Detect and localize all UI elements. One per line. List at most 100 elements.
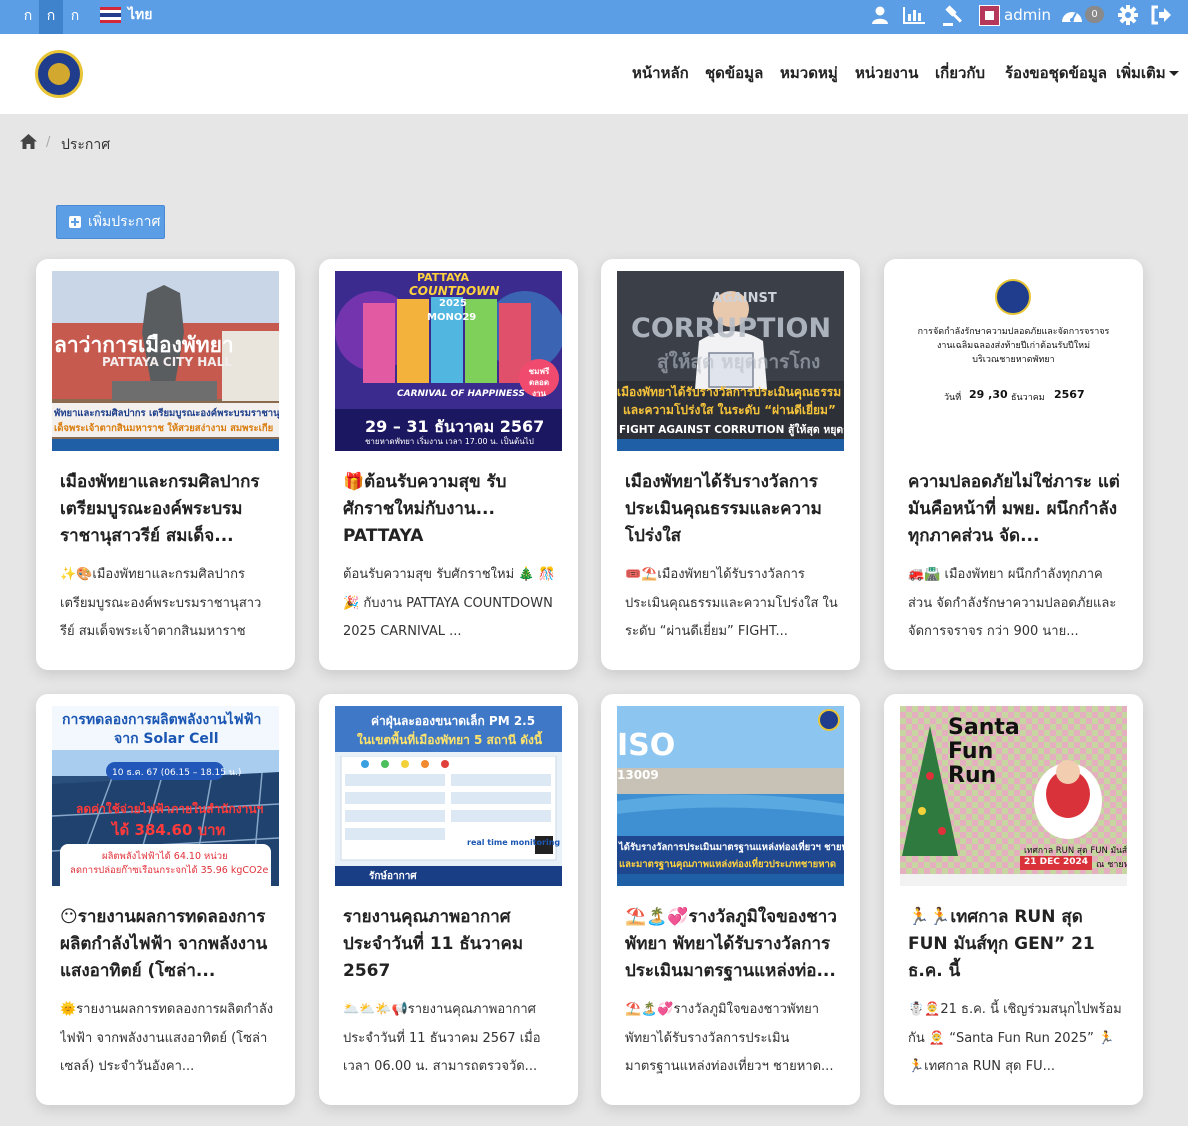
image-text: AGAINST [712,291,777,306]
post-excerpt: ☃️🤶21 ธ.ค. นี้ เชิญร่วมสนุกไปพร้อมกัน 🤶 … [908,1002,1122,1074]
site-logo[interactable] [35,50,83,98]
image-text: FIGHT AGAINST CORRUTION สู้ให้สุด หยุดกา… [619,424,844,436]
font-size-large-button[interactable]: ก [63,0,87,34]
language-selector[interactable]: ไทย [128,0,152,31]
gear-icon[interactable] [1118,5,1138,25]
post-thumbnail[interactable]: Santa Fun Run เทศกาล RUN สุด FUN มันส์ทุ… [900,706,1127,886]
image-text: ค่าฝุ่นละอองขนาดเล็ก PM 2.5 [371,714,536,728]
image-text: 13009 [617,768,659,782]
post-title[interactable]: 🏃🏃เทศกาล RUN สุด FUN มันส์ทุก GEN” 21 ธ.… [908,904,1120,985]
post-thumbnail[interactable]: PATTAYA COUNTDOWN 2025 MONO29 CARNIVAL O… [335,271,562,451]
image-text: Fun [948,739,994,764]
user-name[interactable]: admin [1004,0,1051,31]
avatar[interactable] [979,5,1000,26]
dashboard-icon[interactable] [1060,6,1084,24]
image-text: 2567 [1054,388,1085,401]
image-text: วันที่ [944,393,962,403]
image-text: CARNIVAL OF HAPPINESS [397,389,525,399]
user-icon[interactable] [871,5,889,25]
social-bar [52,439,279,451]
post-thumbnail[interactable]: AGAINST CORRUPTION สู่ให้สุด หยุดการโกง … [617,271,844,451]
post-card[interactable]: การจัดกำลังรักษาความปลอดภัยและจัดการจราจ… [884,259,1143,670]
post-thumbnail[interactable]: ลาว่าการเมืองพัทยา PATTAYA CITY HALL พัท… [52,271,279,451]
image-text: ณ ชายหาด [1096,860,1127,870]
post-excerpt: 🌞รายงานผลการทดลองการผลิตกำลังไฟฟ้า จากพล… [60,1002,274,1074]
image-text: PATTAYA CITY HALL [102,355,232,369]
image-text: ได้ 384.60 บาท [112,821,226,839]
nav-organizations[interactable]: หน่วยงาน [855,34,918,112]
post-card[interactable]: Santa Fun Run เทศกาล RUN สุด FUN มันส์ทุ… [884,694,1143,1105]
post-title[interactable]: ⛱️🏝️💞รางวัลภูมิใจของชาวพัทยา พัทยาได้รับ… [625,904,837,985]
image-text: 29 ,30 [969,388,1008,401]
image-text: สู่ให้สุด หยุดการโกง [657,351,821,373]
gavel-icon[interactable] [942,5,964,27]
image-text: 10 ธ.ค. 67 (06.15 – 18.15 น.) [112,768,242,778]
image-text: ธันวาคม [1011,393,1045,403]
post-card[interactable]: การทดลองการผลิตพลังงานไฟฟ้า จาก Solar Ce… [36,694,295,1105]
image-text: เมืองพัทยาได้รับรางวัลการประเมินคุณธรรม [617,385,842,399]
post-title[interactable]: ความปลอดภัยไม่ใช่ภาระ แต่มันคือหน้าที่ ม… [908,469,1120,550]
image-text: ISO [617,728,676,763]
social-bar [617,439,844,451]
breadcrumb-current: ประกาศ [61,137,111,153]
nav-datasets[interactable]: ชุดข้อมูล [705,34,763,112]
thai-flag-icon[interactable] [100,7,121,23]
font-size-small-button[interactable]: ก [16,0,40,34]
post-card[interactable]: ค่าฝุ่นละอองขนาดเล็ก PM 2.5 ในเขตพื้นที่… [319,694,578,1105]
post-title[interactable]: เมืองพัทยาและกรมศิลปากร เตรียมบูรณะองค์พ… [60,469,272,550]
post-title[interactable]: รายงานคุณภาพอากาศ ประจำวันที่ 11 ธันวาคม… [343,904,555,985]
image-text: ได้รับรางวัลการประเมินมาตรฐานแหล่งท่องเท… [619,842,844,853]
image-text: COUNTDOWN [409,284,500,298]
seal-icon [995,279,1031,315]
post-thumbnail[interactable]: ISO 13009 ได้รับรางวัลการประเมินมาตรฐานแ… [617,706,844,886]
post-excerpt: 🌥️⛅🌤️📢รายงานคุณภาพอากาศ ประจำวันที่ 11 ธ… [343,1002,541,1074]
image-text: บริเวณชายหาดพัทยา [972,355,1055,365]
image-text: 2025 [439,298,467,309]
image-text: PATTAYA [417,271,470,284]
image-text: MONO29 [427,312,477,323]
post-excerpt: ✨🎨เมืองพัทยาและกรมศิลปากร เตรียมบูรณะองค… [60,567,262,639]
post-card[interactable]: ลาว่าการเมืองพัทยา PATTAYA CITY HALL พัท… [36,259,295,670]
post-title[interactable]: 😶รายงานผลการทดลองการผลิตกำลังไฟฟ้า จากพล… [60,904,272,985]
post-thumbnail[interactable]: ค่าฝุ่นละอองขนาดเล็ก PM 2.5 ในเขตพื้นที่… [335,706,562,886]
nav-home[interactable]: หน้าหลัก [632,34,689,112]
post-excerpt: ⛱️🏝️💞รางวัลภูมิใจของชาวพัทยา พัทยาได้รับ… [625,1002,834,1074]
post-card[interactable]: ISO 13009 ได้รับรางวัลการประเมินมาตรฐานแ… [601,694,860,1105]
top-bar: ก ก ก ไทย admin 0 [0,0,1188,34]
post-thumbnail[interactable]: การจัดกำลังรักษาความปลอดภัยและจัดการจราจ… [900,271,1127,451]
post-card[interactable]: AGAINST CORRUPTION สู่ให้สุด หยุดการโกง … [601,259,860,670]
font-size-medium-button[interactable]: ก [39,0,63,34]
nav-more-label: เพิ่มเติม [1116,64,1166,82]
nav-categories[interactable]: หมวดหมู่ [780,34,838,112]
image-text: Santa [948,715,1020,740]
image-text: งานเฉลิมฉลองส่งท้ายปีเก่าต้อนรับปีใหม่ [936,341,1091,351]
post-thumbnail[interactable]: การทดลองการผลิตพลังงานไฟฟ้า จาก Solar Ce… [52,706,279,886]
notification-badge[interactable]: 0 [1085,6,1104,23]
image-text: เด็จพระเจ้าตากสินมหาราช ให้สวยสง่างาม สม… [54,423,274,434]
image-text: เทศกาล RUN สุด FUN มันส์ทุก [1024,846,1127,856]
nav-more-dropdown[interactable]: เพิ่มเติม [1116,34,1179,112]
nav-about[interactable]: เกี่ยวกับ [935,34,985,112]
image-text: ชายหาดพัทยา เริ่มงาน เวลา 17.00 น. เป็นต… [365,437,534,446]
image-text: และมาตรฐานคุณภาพแหล่งท่องเที่ยวประเภทชาย… [619,859,836,870]
image-text: การจัดกำลังรักษาความปลอดภัยและจัดการจราจ… [917,327,1110,337]
image-text: รักษ์อากาศ [369,871,417,882]
chart-icon[interactable] [902,5,926,25]
image-text: ผลิตพลังไฟฟ้าได้ 64.10 หน่วย [102,851,228,862]
image-text: real time monitoring [467,838,561,847]
sign-out-icon[interactable] [1150,5,1172,25]
post-title[interactable]: เมืองพัทยาได้รับรางวัลการประเมินคุณธรรมแ… [625,469,837,550]
nav-request-dataset[interactable]: ร้องขอชุดข้อมูล [1005,34,1107,112]
post-card[interactable]: PATTAYA COUNTDOWN 2025 MONO29 CARNIVAL O… [319,259,578,670]
post-excerpt: 🚒🛣️ เมืองพัทยา ผนึกกำลังทุกภาคส่วน จัดกำ… [908,567,1117,639]
plus-icon [69,216,81,228]
post-excerpt: ต้อนรับความสุข รับศักราชใหม่ 🎄 🎊🎉 กับงาน… [343,567,555,639]
air-quality-table [340,756,557,861]
image-text: ในเขตพื้นที่เมืองพัทยา 5 สถานี ดังนี้ [357,733,543,747]
home-icon[interactable] [19,133,38,150]
image-text: จาก Solar Cell [114,731,219,747]
image-text: CORRUPTION [631,313,832,344]
add-announcement-button[interactable]: เพิ่มประกาศ [56,205,165,239]
image-text: ชมฟรี ตลอดงาน [528,367,550,398]
post-title[interactable]: 🎁ต้อนรับความสุข รับศักราชใหม่กับงาน... P… [343,469,555,550]
